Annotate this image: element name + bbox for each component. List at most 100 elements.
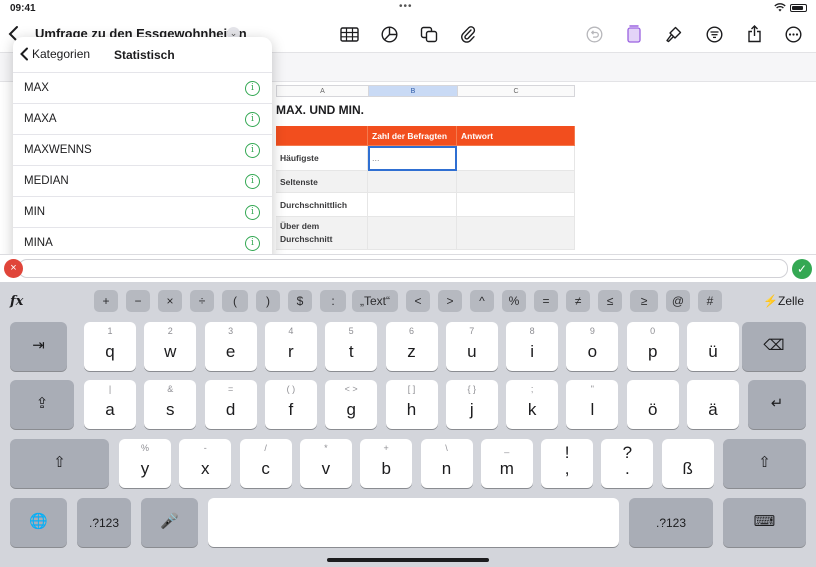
key-2[interactable]: = d — [204, 380, 257, 429]
column-header-a[interactable]: A — [276, 85, 368, 97]
formula-input[interactable] — [18, 259, 788, 278]
format-brush-icon[interactable] — [664, 24, 684, 44]
key-4[interactable]: + b — [360, 439, 413, 488]
operator-key[interactable]: ( — [222, 290, 248, 312]
function-item-max[interactable]: MAX i — [13, 73, 272, 104]
key-6[interactable]: _ m — [480, 439, 533, 488]
value-cell[interactable] — [368, 171, 457, 193]
key-5[interactable]: \ n — [420, 439, 473, 488]
operator-key[interactable]: ≠ — [566, 290, 590, 312]
undo-icon[interactable] — [584, 24, 604, 44]
shift-right-key[interactable]: ⇧ — [723, 439, 806, 488]
key-2[interactable]: 3e — [204, 322, 257, 371]
key-9[interactable]: ö — [626, 380, 679, 429]
key-1[interactable]: 2w — [144, 322, 197, 371]
more-icon[interactable] — [783, 24, 803, 44]
key-3[interactable]: * v — [299, 439, 352, 488]
active-cell[interactable]: ... — [368, 146, 457, 171]
key-8[interactable]: ? . — [601, 439, 654, 488]
header-cell[interactable]: Zahl der Befragten — [368, 126, 457, 146]
share-icon[interactable] — [744, 24, 764, 44]
function-item-median[interactable]: MEDIAN i — [13, 166, 272, 197]
key-9[interactable]: ß — [661, 439, 714, 488]
operator-key[interactable]: ) — [256, 290, 280, 312]
key-0[interactable]: 1q — [84, 322, 136, 371]
dictation-key[interactable]: 🎤 — [141, 498, 198, 547]
answer-cell[interactable] — [457, 171, 575, 193]
answer-cell[interactable] — [457, 146, 575, 171]
fx-button[interactable]: fx — [10, 294, 23, 309]
numbers-key-right[interactable]: .?123 — [629, 498, 713, 547]
key-8[interactable]: 9o — [566, 322, 619, 371]
return-key[interactable]: ↵ — [748, 380, 806, 429]
space-bar[interactable] — [208, 498, 619, 547]
row-label-cell[interactable]: Häufigste — [276, 146, 368, 171]
operator-key[interactable]: × — [158, 290, 182, 312]
numbers-key-left[interactable]: .?123 — [77, 498, 131, 547]
key-3[interactable]: ( ) f — [264, 380, 317, 429]
smart-cell-icon[interactable] — [624, 24, 644, 44]
key-4[interactable]: 5t — [325, 322, 378, 371]
answer-cell[interactable] — [457, 193, 575, 217]
operator-key[interactable]: # — [698, 290, 722, 312]
key-0[interactable]: | a — [84, 380, 136, 429]
caps-lock-key[interactable]: ⇪ — [10, 380, 74, 429]
operator-key[interactable]: − — [126, 290, 150, 312]
key-4[interactable]: < > g — [325, 380, 378, 429]
operator-key[interactable]: „Text“ — [352, 290, 398, 312]
key-1[interactable]: -x — [179, 439, 232, 488]
chart-icon[interactable] — [379, 24, 399, 44]
header-cell[interactable]: Antwort — [457, 126, 575, 146]
info-icon[interactable]: i — [245, 205, 260, 220]
key-5[interactable]: 6z — [385, 322, 438, 371]
key-7[interactable]: ! , — [541, 439, 594, 488]
value-cell[interactable] — [368, 193, 457, 217]
row-label-cell[interactable]: Seltenste — [276, 171, 368, 193]
key-5[interactable]: [ ] h — [385, 380, 438, 429]
organize-icon[interactable] — [704, 24, 724, 44]
table-title[interactable]: MAX. UND MIN. — [276, 103, 364, 117]
key-0[interactable]: % y — [119, 439, 171, 488]
column-header-b[interactable]: B — [368, 85, 457, 97]
function-item-min[interactable]: MIN i — [13, 197, 272, 228]
home-indicator[interactable] — [327, 558, 489, 562]
info-icon[interactable]: i — [245, 143, 260, 158]
shift-left-key[interactable]: ⇧ — [10, 439, 109, 488]
header-cell[interactable] — [276, 126, 368, 146]
accept-formula-button[interactable]: ✓ — [792, 259, 812, 279]
operator-key[interactable]: < — [406, 290, 430, 312]
function-item-maxwenns[interactable]: MAXWENNS i — [13, 135, 272, 166]
key-2[interactable]: / c — [239, 439, 292, 488]
multitasking-dots[interactable]: ••• — [399, 1, 413, 12]
key-6[interactable]: 7u — [445, 322, 498, 371]
back-to-categories-button[interactable]: Kategorien — [19, 47, 90, 61]
value-cell[interactable] — [368, 217, 457, 250]
key-8[interactable]: " l — [566, 380, 619, 429]
info-icon[interactable]: i — [245, 81, 260, 96]
tab-key[interactable]: ⇥ — [10, 322, 67, 371]
operator-key[interactable]: ^ — [470, 290, 494, 312]
row-label-cell[interactable]: Über dem Durchschnitt — [276, 217, 368, 250]
operator-key[interactable]: > — [438, 290, 462, 312]
operator-key[interactable]: % — [502, 290, 526, 312]
key-1[interactable]: & s — [144, 380, 197, 429]
table-icon[interactable] — [339, 24, 359, 44]
key-9[interactable]: 0p — [626, 322, 679, 371]
row-label-cell[interactable]: Durchschnittlich — [276, 193, 368, 217]
operator-key[interactable]: $ — [288, 290, 312, 312]
paperclip-icon[interactable] — [458, 24, 478, 44]
key-3[interactable]: 4r — [264, 322, 317, 371]
key-7[interactable]: 8i — [506, 322, 559, 371]
operator-key[interactable]: ÷ — [190, 290, 214, 312]
answer-cell[interactable] — [457, 217, 575, 250]
column-header-c[interactable]: C — [457, 85, 575, 97]
shapes-icon[interactable] — [419, 24, 439, 44]
operator-key[interactable]: @ — [666, 290, 690, 312]
key-6[interactable]: { } j — [445, 380, 498, 429]
key-7[interactable]: ; k — [506, 380, 559, 429]
operator-key[interactable]: ≥ — [630, 290, 658, 312]
cell-reference-button[interactable]: ⚡Zelle — [763, 294, 804, 308]
operator-key[interactable]: + — [94, 290, 118, 312]
operator-key[interactable]: : — [320, 290, 346, 312]
info-icon[interactable]: i — [245, 174, 260, 189]
